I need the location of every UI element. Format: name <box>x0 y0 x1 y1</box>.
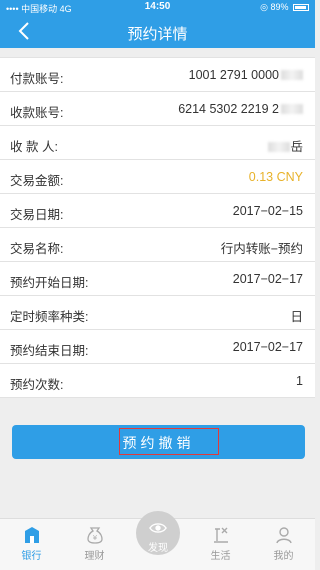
row-label: 收款账号: <box>10 106 64 120</box>
nav-bar: 预约详情 <box>0 14 315 48</box>
wealth-icon: ¥ <box>86 527 103 544</box>
tab-wealth[interactable]: ¥ 理财 <box>63 519 126 570</box>
tab-label: 银行 <box>21 551 42 562</box>
tab-mine[interactable]: 我的 <box>252 519 315 570</box>
cancel-reservation-button[interactable]: 预约撤销 <box>12 425 305 459</box>
detail-row-amount: 交易金额: 0.13 CNY <box>0 160 315 194</box>
row-value: 1001 2791 0000 <box>189 68 303 82</box>
eye-icon <box>149 523 167 533</box>
detail-row-payee-account: 收款账号: 6214 5302 2219 2 <box>0 92 315 126</box>
detail-row-count: 预约次数: 1 <box>0 364 315 398</box>
tab-life[interactable]: 生活 <box>189 519 252 570</box>
masked-digits <box>281 70 303 80</box>
tab-label: 理财 <box>84 551 105 562</box>
tab-bar: 银行 ¥ 理财 发现 生活 我的 <box>0 511 315 570</box>
row-label: 预约结束日期: <box>10 344 89 358</box>
detail-row-end-date: 预约结束日期: 2017−02−17 <box>0 330 315 364</box>
row-label: 定时频率种类: <box>10 310 89 324</box>
status-battery: ◎ 89% <box>260 2 309 13</box>
page-title: 预约详情 <box>127 26 188 43</box>
lock-icon: ◎ <box>260 2 268 12</box>
battery-icon <box>293 4 309 11</box>
tab-bank[interactable]: 银行 <box>0 519 63 570</box>
row-label: 付款账号: <box>10 72 64 86</box>
row-label: 预约开始日期: <box>10 276 89 290</box>
row-label: 收 款 人: <box>10 140 58 154</box>
row-label: 交易金额: <box>10 174 64 188</box>
row-value: 2017−02−15 <box>232 204 303 218</box>
life-icon <box>213 527 228 543</box>
detail-content: 付款账号: 1001 2791 0000 收款账号: 6214 5302 221… <box>0 48 315 398</box>
user-icon <box>275 527 292 544</box>
masked-name <box>268 142 291 152</box>
masked-digits <box>281 104 303 114</box>
row-value: 2017−02−17 <box>232 272 303 286</box>
row-value: 2017−02−17 <box>232 340 303 354</box>
tab-label: 生活 <box>210 551 231 562</box>
detail-row-trade-date: 交易日期: 2017−02−15 <box>0 194 315 228</box>
row-label: 交易名称: <box>10 242 64 256</box>
bank-icon <box>24 527 39 543</box>
tab-label: 我的 <box>273 551 294 562</box>
detail-row-payee-name: 收 款 人: 岳 <box>0 126 315 160</box>
row-label: 交易日期: <box>10 208 64 222</box>
detail-row-frequency: 定时频率种类: 日 <box>0 296 315 330</box>
detail-row-start-date: 预约开始日期: 2017−02−17 <box>0 262 315 296</box>
row-value: 1 <box>296 374 303 388</box>
status-bar: •••• 中国移动 4G 14:50 ◎ 89% <box>0 0 315 14</box>
detail-row-trade-name: 交易名称: 行内转账−预约 <box>0 228 315 262</box>
tab-label: 发现 <box>148 543 168 554</box>
row-value: 岳 <box>266 136 303 155</box>
cancel-button-wrap: 预约撤销 <box>12 425 305 459</box>
row-value: 行内转账−预约 <box>220 242 303 256</box>
row-value: 6214 5302 2219 2 <box>178 102 303 116</box>
cancel-button-label: 预约撤销 <box>122 435 195 451</box>
tab-discover[interactable]: 发现 <box>136 511 180 555</box>
detail-row-payer-account: 付款账号: 1001 2791 0000 <box>0 58 315 92</box>
amount-value: 0.13 CNY <box>248 170 303 184</box>
svg-text:¥: ¥ <box>92 534 97 542</box>
detail-list: 付款账号: 1001 2791 0000 收款账号: 6214 5302 221… <box>0 57 315 398</box>
row-label: 预约次数: <box>10 378 64 392</box>
row-value: 日 <box>290 310 303 324</box>
